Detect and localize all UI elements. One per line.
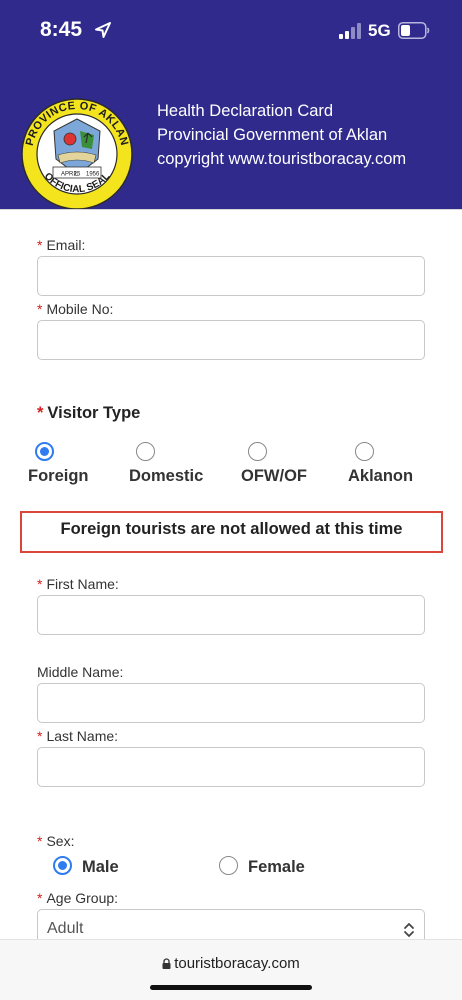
visitor-type-ofw-label[interactable]: OFW/OF <box>241 467 307 486</box>
visitor-type-domestic-label[interactable]: Domestic <box>129 467 203 486</box>
browser-address-bar[interactable]: touristboracay.com <box>0 939 462 1000</box>
required-marker: * <box>37 576 43 592</box>
middle-name-field[interactable] <box>37 683 425 723</box>
visitor-type-foreign-label[interactable]: Foreign <box>28 467 89 486</box>
visitor-type-aklanon-radio[interactable] <box>355 442 374 461</box>
mobile-label: * Mobile No: <box>37 301 114 317</box>
header-copyright: copyright www.touristboracay.com <box>157 150 407 168</box>
required-marker: * <box>37 833 43 849</box>
sex-female-label[interactable]: Female <box>248 858 305 877</box>
sex-label: * Sex: <box>37 833 75 849</box>
svg-text:25: 25 <box>74 172 81 178</box>
visitor-type-aklanon-label[interactable]: Aklanon <box>348 467 413 486</box>
sex-male-radio[interactable] <box>53 856 72 875</box>
status-bar: 8:45 5G <box>0 0 462 62</box>
required-marker: * <box>37 301 43 317</box>
first-name-field[interactable] <box>37 595 425 635</box>
visitor-type-foreign-radio[interactable] <box>35 442 54 461</box>
age-group-value: Adult <box>47 920 84 937</box>
last-name-label: * Last Name: <box>37 728 119 744</box>
mobile-field[interactable] <box>37 320 425 360</box>
last-name-field[interactable] <box>37 747 425 787</box>
first-name-label: * First Name: <box>37 576 119 592</box>
middle-name-label: Middle Name: <box>37 664 124 680</box>
network-type: 5G <box>368 21 391 40</box>
foreign-restriction-notice: Foreign tourists are not allowed at this… <box>20 511 443 553</box>
sex-female-radio[interactable] <box>219 856 238 875</box>
notice-text: Foreign tourists are not allowed at this… <box>60 520 403 538</box>
required-marker: * <box>37 890 43 906</box>
age-group-label: * Age Group: <box>37 890 119 906</box>
form-container: * Email: * Mobile No: * Visitor Type Foreig… <box>0 209 462 939</box>
email-label: * Email: <box>37 237 86 253</box>
header-text: Health Declaration Card Provincial Gover… <box>157 99 406 171</box>
url-display[interactable]: touristboracay.com <box>0 955 462 972</box>
required-marker: * <box>37 404 44 422</box>
required-marker: * <box>37 237 43 253</box>
visitor-type-ofw-radio[interactable] <box>248 442 267 461</box>
svg-text:1956: 1956 <box>86 172 100 178</box>
home-indicator[interactable] <box>150 985 312 990</box>
status-time: 8:45 <box>40 18 83 41</box>
lock-icon <box>162 958 171 969</box>
province-seal-logo: PROVINCE OF AKLAN OFFICIAL SEAL APRIL 25… <box>21 98 133 210</box>
page-header: PROVINCE OF AKLAN OFFICIAL SEAL APRIL 25… <box>0 62 462 210</box>
age-group-select[interactable]: Adult <box>37 909 425 939</box>
chevron-up-down-icon <box>404 923 414 937</box>
visitor-type-domestic-radio[interactable] <box>136 442 155 461</box>
cellular-signal-icon <box>339 23 361 39</box>
location-arrow-icon <box>95 22 111 38</box>
required-marker: * <box>37 728 43 744</box>
visitor-type-label: * Visitor Type <box>37 404 141 422</box>
header-title: Health Declaration Card <box>157 102 334 120</box>
url-text: touristboracay.com <box>174 955 300 972</box>
sex-male-label[interactable]: Male <box>82 858 119 877</box>
email-field[interactable] <box>37 256 425 296</box>
battery-icon <box>398 22 430 39</box>
header-subtitle: Provincial Government of Aklan <box>157 126 388 144</box>
